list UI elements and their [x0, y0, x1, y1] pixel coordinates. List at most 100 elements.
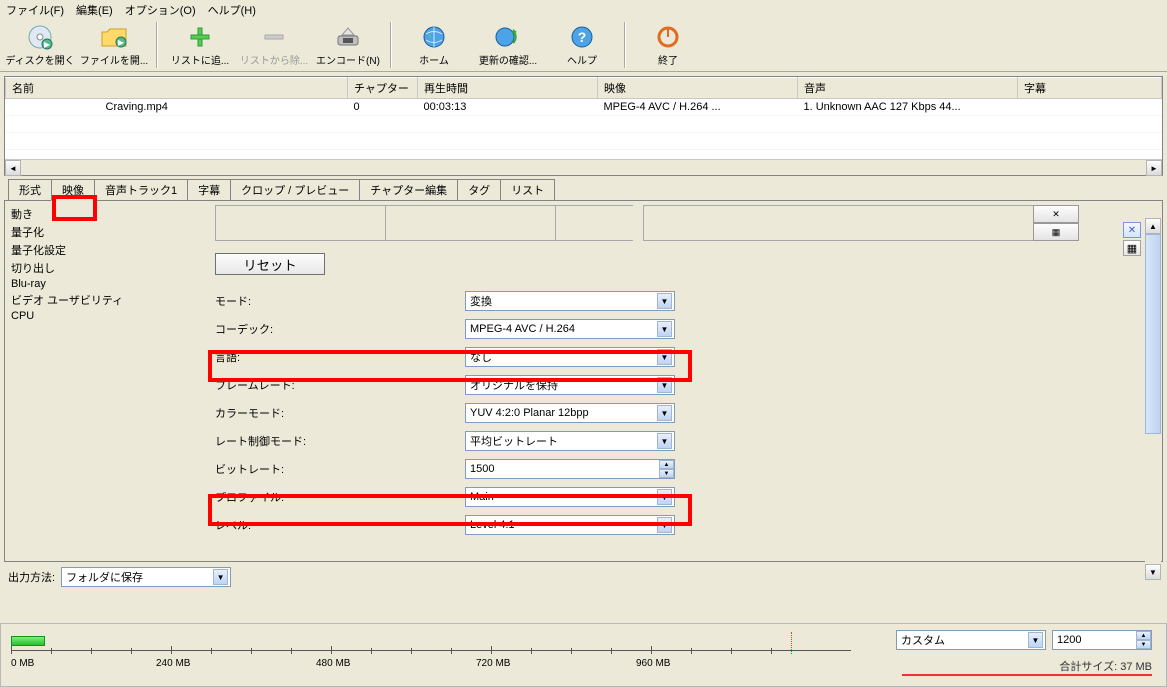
menu-help[interactable]: ヘルプ(H) — [208, 2, 256, 16]
reset-button[interactable]: リセット — [215, 253, 325, 275]
svg-text:▶: ▶ — [44, 40, 51, 49]
menu-options[interactable]: オプション(O) — [125, 2, 196, 16]
size-ruler-panel: 0 MB 240 MB 480 MB 720 MB 960 MB カスタム▼ 1… — [0, 623, 1167, 687]
spin-down-icon[interactable]: ▼ — [1136, 640, 1151, 649]
scroll-left-button[interactable]: ◄ — [5, 160, 21, 176]
disc-icon: ▶ — [26, 24, 54, 50]
tab-chapter-edit[interactable]: チャプター編集 — [359, 179, 458, 200]
exit-button[interactable]: 終了 — [632, 20, 704, 70]
job-segment-bar: ✕ ▦ — [215, 205, 1152, 241]
output-method-select[interactable]: フォルダに保存▼ — [61, 567, 231, 587]
settings-panel: 動き 量子化 量子化設定 切り出し Blu-ray ビデオ ユーザビリティ CP… — [4, 200, 1163, 562]
codec-label: コーデック: — [215, 321, 465, 337]
ruler-label: 480 MB — [316, 658, 350, 669]
chevron-down-icon: ▼ — [657, 405, 672, 421]
chevron-down-icon: ▼ — [657, 489, 672, 505]
table-row[interactable] — [6, 116, 1162, 133]
ruler-label: 960 MB — [636, 658, 670, 669]
vertical-scrollbar[interactable]: ▲ ▼ — [1145, 218, 1161, 580]
col-chapter[interactable]: チャプター — [348, 78, 418, 99]
cat-item-cpu[interactable]: CPU — [11, 309, 189, 323]
level-label: レベル: — [215, 517, 465, 533]
table-row[interactable]: Craving.mp4 0 00:03:13 MPEG-4 AVC / H.26… — [6, 99, 1162, 116]
scroll-up-button[interactable]: ▲ — [1145, 218, 1161, 234]
home-button[interactable]: ホーム — [398, 20, 470, 70]
segment[interactable] — [215, 205, 385, 241]
menu-file[interactable]: ファイル(F) — [6, 2, 64, 16]
table-row[interactable] — [6, 150, 1162, 160]
close-panel-button[interactable]: ✕ — [1123, 222, 1141, 238]
cat-item-bluray[interactable]: Blu-ray — [11, 277, 189, 291]
chevron-down-icon: ▼ — [657, 433, 672, 449]
spin-up-icon[interactable]: ▲ — [1136, 631, 1151, 640]
spin-down-icon[interactable]: ▼ — [659, 469, 674, 478]
size-preset-select[interactable]: カスタム▼ — [896, 630, 1046, 650]
color-mode-label: カラーモード: — [215, 405, 465, 421]
chevron-down-icon: ▼ — [657, 349, 672, 365]
svg-text:▶: ▶ — [118, 38, 125, 47]
tab-video[interactable]: 映像 — [51, 179, 95, 201]
tab-format[interactable]: 形式 — [8, 179, 52, 200]
color-mode-select[interactable]: YUV 4:2:0 Planar 12bpp▼ — [465, 403, 675, 423]
chevron-down-icon: ▼ — [657, 293, 672, 309]
remove-list-button[interactable]: リストから除... — [238, 20, 310, 70]
size-ruler[interactable]: 0 MB 240 MB 480 MB 720 MB 960 MB — [11, 630, 851, 660]
open-disc-button[interactable]: ▶ ディスクを開く — [4, 20, 76, 70]
col-audio[interactable]: 音声 — [798, 78, 1018, 99]
toolbar-separator — [156, 22, 158, 68]
tab-tag[interactable]: タグ — [457, 179, 501, 200]
encode-icon — [334, 24, 362, 50]
encode-button[interactable]: エンコード(N) — [312, 20, 384, 70]
file-list-table[interactable]: 名前 チャプター 再生時間 映像 音声 字幕 Craving.mp4 0 00:… — [5, 77, 1162, 159]
help-button[interactable]: ? ヘルプ — [546, 20, 618, 70]
scroll-thumb[interactable] — [1145, 234, 1161, 434]
close-segment-button[interactable]: ✕ — [1033, 205, 1079, 223]
add-list-button[interactable]: リストに追... — [164, 20, 236, 70]
segment[interactable] — [555, 205, 633, 241]
check-update-button[interactable]: 更新の確認... — [472, 20, 544, 70]
segment-buttons: ✕ ▦ — [1033, 205, 1079, 241]
level-select[interactable]: Level 4.1▼ — [465, 515, 675, 535]
mode-select[interactable]: 変換▼ — [465, 291, 675, 311]
col-duration[interactable]: 再生時間 — [418, 78, 598, 99]
segment[interactable] — [643, 205, 1033, 241]
codec-select[interactable]: MPEG-4 AVC / H.264▼ — [465, 319, 675, 339]
open-file-button[interactable]: ▶ ファイルを開... — [78, 20, 150, 70]
language-select[interactable]: なし▼ — [465, 347, 675, 367]
cat-item-trim[interactable]: 切り出し — [11, 259, 189, 277]
chevron-down-icon: ▼ — [657, 321, 672, 337]
cat-item-vui[interactable]: ビデオ ユーザビリティ — [11, 291, 189, 309]
framerate-label: フレームレート: — [215, 377, 465, 393]
target-size-marker[interactable] — [791, 632, 792, 654]
profile-select[interactable]: Main▼ — [465, 487, 675, 507]
tab-subs[interactable]: 字幕 — [187, 179, 231, 200]
menu-edit[interactable]: 編集(E) — [76, 2, 113, 16]
horizontal-scrollbar[interactable]: ◄ ► — [5, 159, 1162, 175]
col-subtitle[interactable]: 字幕 — [1018, 78, 1162, 99]
framerate-select[interactable]: オリジナルを保持▼ — [465, 375, 675, 395]
col-video[interactable]: 映像 — [598, 78, 798, 99]
ruler-axis — [11, 650, 851, 651]
rate-control-select[interactable]: 平均ビットレート▼ — [465, 431, 675, 451]
col-name[interactable]: 名前 — [6, 78, 348, 99]
cat-item-quant-settings[interactable]: 量子化設定 — [11, 241, 189, 259]
table-row[interactable] — [6, 133, 1162, 150]
profile-label: プロファイル: — [215, 489, 465, 505]
segment[interactable] — [385, 205, 555, 241]
cat-item-motion[interactable]: 動き — [11, 205, 189, 223]
highlight-total-size — [902, 674, 1152, 676]
tab-crop[interactable]: クロップ / プレビュー — [230, 179, 360, 200]
scroll-right-button[interactable]: ► — [1146, 160, 1162, 176]
grid-panel-button[interactable]: ▦ — [1123, 240, 1141, 256]
scroll-down-button[interactable]: ▼ — [1145, 564, 1161, 580]
cat-item-quant[interactable]: 量子化 — [11, 223, 189, 241]
help-icon: ? — [568, 24, 596, 50]
tab-audio[interactable]: 音声トラック1 — [94, 179, 188, 200]
spin-up-icon[interactable]: ▲ — [659, 460, 674, 469]
size-bar — [11, 636, 45, 646]
bitrate-spinner[interactable]: 1500 ▲▼ — [465, 459, 675, 479]
size-preset-spinner[interactable]: 1200 ▲▼ — [1052, 630, 1152, 650]
rate-control-label: レート制御モード: — [215, 433, 465, 449]
tab-list[interactable]: リスト — [500, 179, 555, 200]
grid-segment-button[interactable]: ▦ — [1033, 223, 1079, 241]
